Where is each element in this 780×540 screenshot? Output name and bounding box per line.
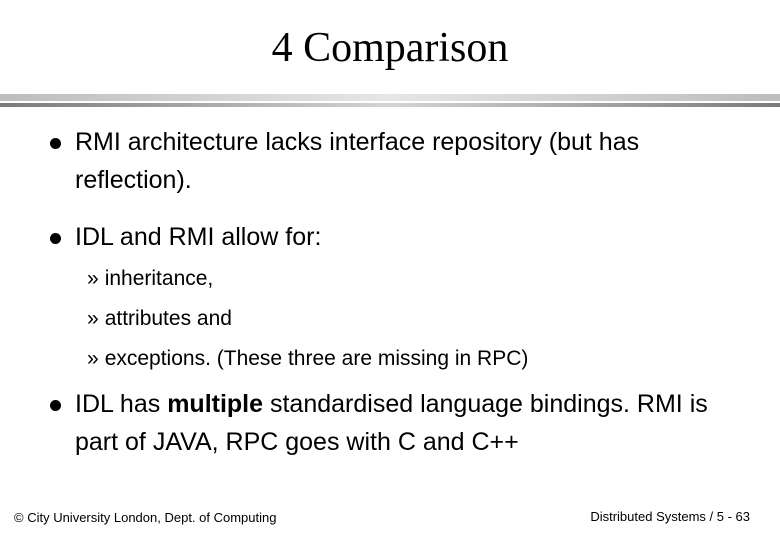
sub-bullet-item: » exceptions. (These three are missing in… (87, 346, 528, 372)
footer-page-info: Distributed Systems / 5 - 63 (590, 509, 750, 524)
bullet-dot-icon (50, 400, 61, 411)
footer-copyright: © City University London, Dept. of Compu… (14, 510, 277, 525)
bullet-dot-icon (50, 138, 61, 149)
bullet-text: IDL has multiple standardised language b… (75, 385, 755, 461)
bullet-text: RMI architecture lacks interface reposit… (75, 128, 640, 194)
chevron-marker-icon: » (87, 347, 99, 370)
title-divider-bottom (0, 103, 780, 107)
sub-bullet-text: inheritance, (104, 267, 214, 290)
slide-title: 4 Comparison (271, 25, 509, 71)
bullet-text-part: IDL has (75, 390, 168, 418)
sub-bullet-text: exceptions. (These three are missing in … (104, 347, 529, 370)
bullet-text-emphasis: multiple (167, 390, 264, 418)
sub-bullet-item: » attributes and (87, 306, 232, 332)
bullet-item: RMI architecture lacks interface reposit… (50, 123, 695, 199)
bullet-item: IDL and RMI allow for: (50, 218, 735, 256)
chevron-marker-icon: » (87, 267, 99, 290)
bullet-item: IDL has multiple standardised language b… (50, 385, 755, 461)
sub-bullet-item: » inheritance, (87, 266, 213, 292)
title-divider-top (0, 94, 780, 101)
bullet-text: IDL and RMI allow for: (75, 223, 322, 251)
bullet-dot-icon (50, 233, 61, 244)
sub-bullet-text: attributes and (104, 307, 232, 330)
chevron-marker-icon: » (87, 307, 99, 330)
